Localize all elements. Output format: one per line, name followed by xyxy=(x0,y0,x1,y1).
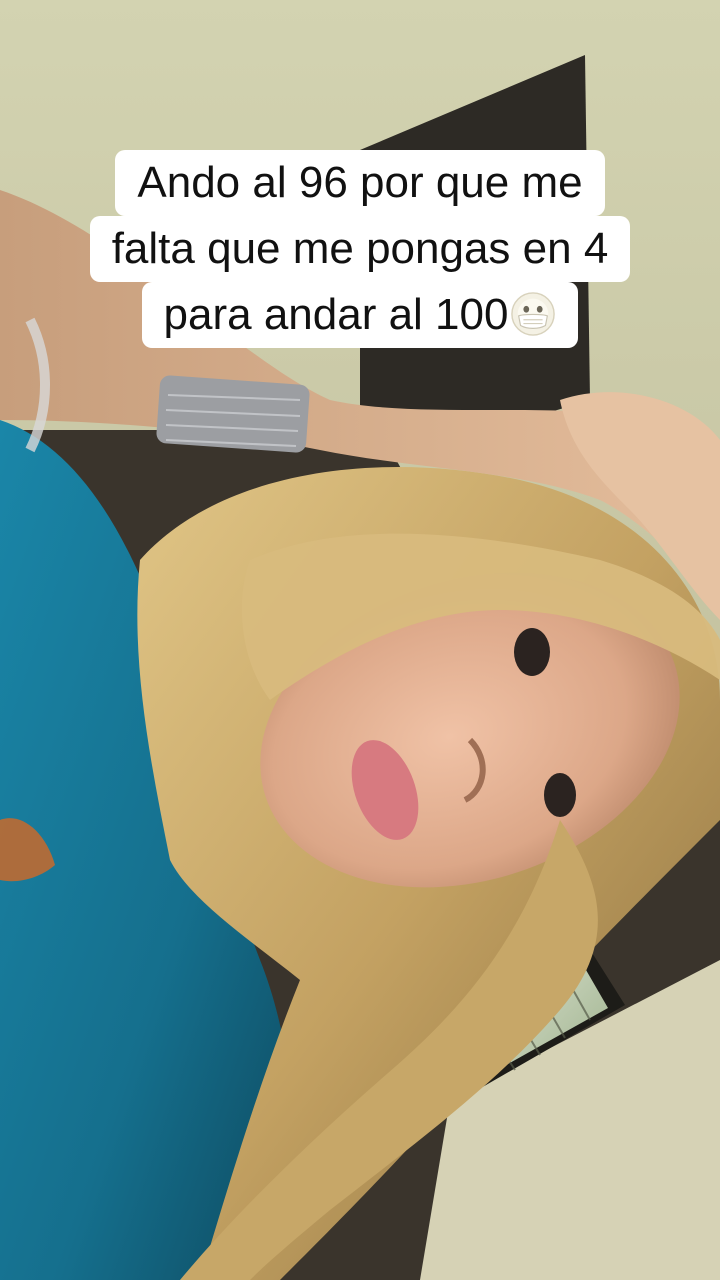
video-frame: Ando al 96 por que me falta que me ponga… xyxy=(0,0,720,1280)
caption-line-3-text: para andar al 100 xyxy=(163,290,509,339)
right-eye xyxy=(544,773,576,817)
caption-overlay: Ando al 96 por que me falta que me ponga… xyxy=(0,150,720,348)
caption-line-3: para andar al 100 xyxy=(141,282,579,348)
caption-line-2: falta que me pongas en 4 xyxy=(89,216,631,282)
left-eye xyxy=(514,628,550,676)
face-with-medical-mask-emoji-icon xyxy=(511,292,556,336)
caption-line-1: Ando al 96 por que me xyxy=(115,150,605,216)
